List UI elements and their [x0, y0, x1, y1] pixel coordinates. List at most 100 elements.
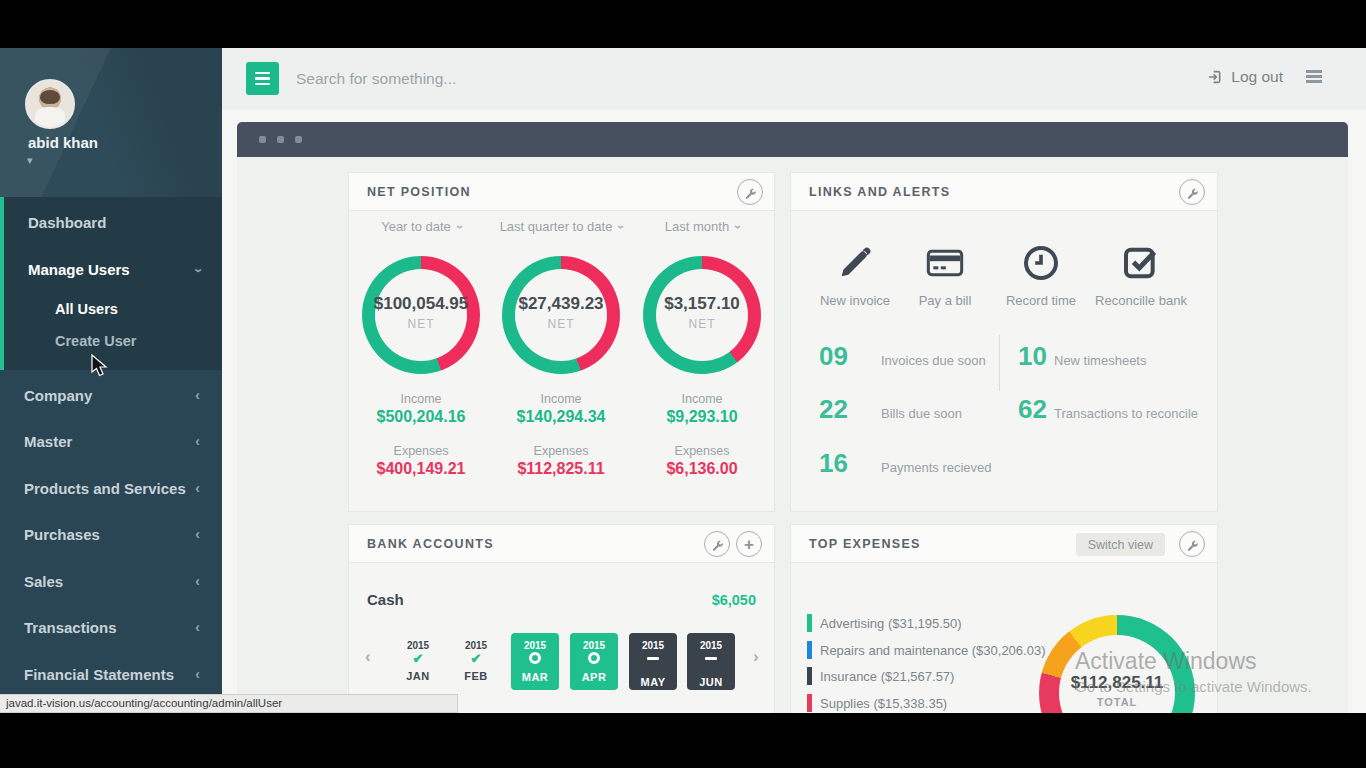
quick-link-label: Record time: [989, 293, 1093, 308]
app-screen: abid khan ▾ Dashboard Manage Users ‹ All…: [0, 48, 1366, 713]
chevron-left-icon: ‹: [195, 433, 200, 449]
logout-label: Log out: [1231, 68, 1283, 85]
alert-count: 09: [819, 341, 848, 372]
sidebar-item-purchases[interactable]: Purchases: [24, 526, 100, 543]
legend-label: Supplies ($15,338.35): [820, 696, 947, 711]
hamburger-icon: [255, 72, 270, 75]
settings-wrench-icon[interactable]: [737, 179, 763, 205]
credit-card-icon: [893, 243, 997, 287]
chevron-down-icon: ‹: [613, 225, 627, 229]
legend-swatch: [807, 614, 812, 632]
settings-wrench-icon[interactable]: [704, 531, 730, 557]
legend-swatch: [807, 694, 812, 712]
income-label: Income: [627, 392, 777, 406]
sidebar-item-manage-users[interactable]: Manage Users ‹: [28, 261, 130, 278]
panel-title: TOP EXPENSES: [809, 537, 921, 551]
dashboard-content: NET POSITION Year to date‹ $100,054.95 N…: [237, 157, 1348, 713]
sidebar-item-company[interactable]: Company: [24, 387, 92, 404]
chevron-left-icon: ‹: [195, 480, 200, 496]
alert-count: 16: [819, 448, 848, 479]
mouse-cursor: [90, 354, 110, 378]
sidebar-item-transactions[interactable]: Transactions: [24, 619, 117, 636]
circle-icon: [511, 652, 559, 667]
income-label: Income: [486, 392, 636, 406]
sidebar-item-label: Master: [24, 433, 72, 450]
month-tile[interactable]: 2015 JUN: [687, 633, 735, 690]
alert-label: Invoices due soon: [881, 353, 986, 368]
income-value: $140,294.34: [486, 408, 636, 426]
month-tile[interactable]: 2015 ✔ FEB: [452, 633, 500, 690]
quick-link-reconcile-bank[interactable]: Reconcille bank: [1089, 243, 1193, 308]
chevron-down-icon: ‹: [730, 225, 744, 229]
activate-windows-watermark-sub: Go to Settings to activate Windows.: [1075, 678, 1312, 695]
sidebar-item-products-services[interactable]: Products and Services: [24, 480, 186, 497]
net-period-column: Last quarter to date‹ $27,439.23 NET Inc…: [486, 219, 636, 478]
pencil-icon: [803, 243, 907, 287]
chevron-down-icon: ‹: [188, 268, 205, 273]
period-dropdown[interactable]: Year to date‹: [346, 219, 496, 234]
month-tile[interactable]: 2015 ✔ JAN: [394, 633, 442, 690]
alert-count: 10: [1018, 341, 1047, 372]
expenses-value: $6,136.00: [627, 460, 777, 478]
tasks-list-icon[interactable]: [1306, 70, 1322, 85]
sidebar-item-all-users[interactable]: All Users: [55, 301, 118, 317]
alert-label: Payments recieved: [881, 460, 992, 475]
search-input[interactable]: [296, 62, 896, 95]
user-name: abid khan: [28, 134, 98, 151]
settings-wrench-icon[interactable]: [1179, 531, 1205, 557]
expenses-label: Expenses: [627, 444, 777, 458]
quick-link-pay-bill[interactable]: Pay a bill: [893, 243, 997, 308]
links-alerts-panel: LINKS AND ALERTS New invoice Pay a bill: [790, 172, 1218, 512]
switch-view-button[interactable]: Switch view: [1076, 533, 1165, 556]
net-caption: NET: [643, 317, 761, 331]
check-icon: ✔: [452, 651, 500, 666]
quick-link-new-invoice[interactable]: New invoice: [803, 243, 907, 308]
prev-month-icon[interactable]: ‹: [365, 647, 371, 667]
expenses-value: $112,825.11: [486, 460, 636, 478]
window-dot-icon[interactable]: [277, 136, 284, 143]
alert-count: 22: [819, 394, 848, 425]
alert-label: Transactions to reconcile: [1054, 406, 1198, 421]
sidebar-item-sales[interactable]: Sales: [24, 573, 63, 590]
net-donut-chart: $3,157.10 NET: [643, 256, 761, 374]
sidebar-item-dashboard[interactable]: Dashboard: [28, 214, 106, 231]
chevron-left-icon: ‹: [195, 619, 200, 635]
topbar: Log out: [222, 48, 1366, 110]
sidebar-item-label: Create User: [55, 333, 136, 349]
next-month-icon[interactable]: ›: [753, 647, 759, 667]
avatar[interactable]: [25, 79, 75, 129]
window-dot-icon[interactable]: [295, 136, 302, 143]
period-dropdown[interactable]: Last quarter to date‹: [486, 219, 636, 234]
sidebar-item-create-user[interactable]: Create User: [55, 333, 136, 349]
menu-toggle-button[interactable]: [246, 62, 279, 95]
chevron-down-icon[interactable]: ▾: [27, 154, 33, 167]
sidebar-item-label: Transactions: [24, 619, 117, 636]
sidebar-item-label: Financial Statements: [24, 666, 174, 683]
window-bar: [237, 122, 1348, 157]
legend-label: Advertising ($31,195.50): [820, 616, 962, 631]
window-dot-icon[interactable]: [259, 136, 266, 143]
month-tile[interactable]: 2015 APR: [570, 633, 618, 690]
sidebar-item-financial-statements[interactable]: Financial Statements: [24, 666, 174, 683]
chevron-left-icon: ‹: [195, 666, 200, 682]
quick-link-label: Pay a bill: [893, 293, 997, 308]
settings-wrench-icon[interactable]: [1179, 179, 1205, 205]
sidebar-item-master[interactable]: Master: [24, 433, 72, 450]
legend-swatch: [807, 667, 812, 685]
checkbox-check-icon: [1089, 243, 1193, 287]
add-account-icon[interactable]: +: [736, 531, 762, 557]
logout-button[interactable]: Log out: [1207, 68, 1283, 86]
quick-link-record-time[interactable]: Record time: [989, 243, 1093, 308]
account-balance: $6,050: [712, 592, 756, 608]
period-dropdown[interactable]: Last month‹: [627, 219, 777, 234]
sidebar-user-section: abid khan ▾: [0, 48, 222, 197]
net-period-column: Year to date‹ $100,054.95 NET Income $50…: [346, 219, 496, 478]
bank-accounts-panel: BANK ACCOUNTS + Cash $6,050 ‹ › 2015 ✔ J…: [348, 524, 775, 713]
account-name[interactable]: Cash: [367, 591, 404, 608]
dash-icon: [687, 657, 735, 672]
quick-link-label: Reconcille bank: [1089, 293, 1193, 308]
expenses-label: Expenses: [486, 444, 636, 458]
sidebar-item-label: Sales: [24, 573, 63, 590]
month-tile[interactable]: 2015 MAR: [511, 633, 559, 690]
month-tile[interactable]: 2015 MAY: [629, 633, 677, 690]
